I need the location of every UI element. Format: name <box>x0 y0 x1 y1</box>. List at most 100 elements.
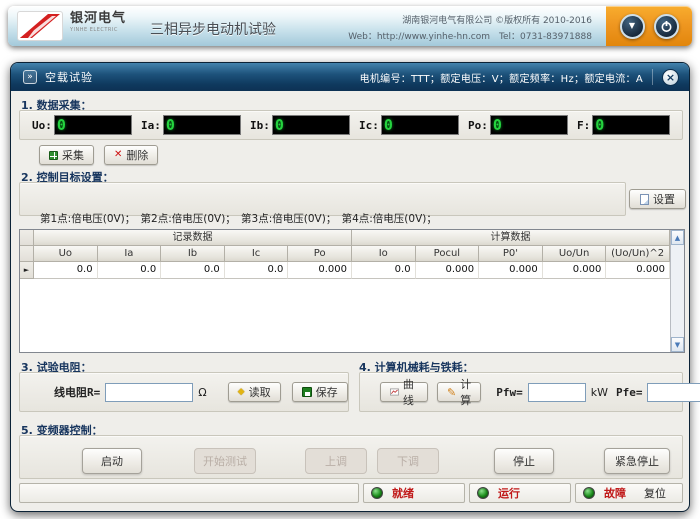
company-logo <box>17 11 63 41</box>
ready-label: 就绪 <box>392 485 414 501</box>
table-header-spacer <box>20 246 34 262</box>
col-header-pocul[interactable]: Pocul <box>416 246 480 262</box>
status-fault: 故障 复位 <box>575 483 683 503</box>
delete-button[interactable]: ✕ 删除 <box>104 145 158 165</box>
control-line-1: 第1点:倍电压(0V)； 第2点:倍电压(0V)； 第3点:倍电压(0V)； 第… <box>40 213 625 226</box>
display-f-screen: 0 <box>592 115 670 135</box>
display-ia-screen: 0 <box>163 115 241 135</box>
app-window: 银河电气 YINHE ELECTRIC 三相异步电动机试验 湖南银河电气有限公司… <box>0 0 700 519</box>
minimize-button[interactable]: ▼ <box>620 14 645 39</box>
table-header-row: Uo Ia Ib Ic Po Io Pocul P0' Uo/Un (Uo/Un… <box>20 246 670 262</box>
save-button[interactable]: 保存 <box>292 382 348 402</box>
brand-name-en: YINHE ELECTRIC <box>70 28 126 33</box>
adjust-down-button[interactable]: 下调 <box>377 448 439 474</box>
cell-ic: 0.0 <box>225 262 289 279</box>
table-grid: 记录数据 计算数据 Uo Ia Ib Ic Po Io Pocul P0' Uo… <box>20 230 670 279</box>
adjust-up-button[interactable]: 上调 <box>305 448 367 474</box>
resistance-field-label: 线电阻R= <box>54 384 100 400</box>
reset-button[interactable]: 复位 <box>644 485 666 501</box>
status-running: 运行 <box>469 483 571 503</box>
display-uo-screen: 0 <box>54 115 132 135</box>
display-ic-label: Ic: <box>359 119 379 132</box>
data-table: 记录数据 计算数据 Uo Ia Ib Ic Po Io Pocul P0' Uo… <box>19 229 685 353</box>
pfw-label: Pfw= <box>496 386 523 399</box>
resistance-box: 线电阻R= Ω ◆ 读取 保存 <box>19 372 349 412</box>
display-ia: Ia: 0 <box>133 115 242 135</box>
power-button[interactable] <box>654 14 679 39</box>
cell-uoun2: 0.000 <box>606 262 670 279</box>
read-icon: ◆ <box>238 388 245 397</box>
delete-button-label: 删除 <box>126 147 148 163</box>
col-header-p0[interactable]: P0' <box>479 246 543 262</box>
save-button-label: 保存 <box>316 384 338 400</box>
scroll-down-icon[interactable]: ▼ <box>671 337 684 352</box>
scroll-up-icon[interactable]: ▲ <box>671 230 684 245</box>
ready-led-icon <box>371 487 383 499</box>
curve-button-label: 曲线 <box>403 376 418 408</box>
row-selector-icon: ► <box>20 262 34 279</box>
calc-button[interactable]: ✎ 计算 <box>437 382 481 402</box>
save-icon <box>302 387 312 397</box>
display-po-screen: 0 <box>490 115 568 135</box>
display-po-value: 0 <box>493 118 502 133</box>
losses-box: 曲线 ✎ 计算 Pfw= kW Pfe= kW <box>359 372 683 412</box>
titlebar-divider <box>652 69 653 85</box>
curve-button[interactable]: 曲线 <box>380 382 428 402</box>
start-test-button[interactable]: 开始测试 <box>194 448 256 474</box>
company-info: 湖南银河电气有限公司 ©版权所有 2010-2016 Web：http://ww… <box>348 13 592 42</box>
settings-button-label: 设置 <box>653 191 675 207</box>
close-button[interactable]: × <box>662 69 679 86</box>
pfe-input[interactable] <box>647 383 700 402</box>
panel-chevron-icon: » <box>23 70 37 84</box>
table-row[interactable]: ► 0.0 0.0 0.0 0.0 0.000 0.0 0.000 0.000 … <box>20 262 670 279</box>
stop-button[interactable]: 停止 <box>494 448 554 474</box>
col-header-po[interactable]: Po <box>288 246 352 262</box>
table-corner-cell <box>20 230 34 246</box>
display-uo: Uo: 0 <box>24 115 133 135</box>
brand-text: 银河电气 YINHE ELECTRIC <box>70 12 126 33</box>
resistance-input[interactable] <box>105 383 193 402</box>
running-led-icon <box>477 487 489 499</box>
display-ic-value: 0 <box>384 118 393 133</box>
pfe-label: Pfe= <box>616 386 643 399</box>
running-label: 运行 <box>498 485 520 501</box>
start-button[interactable]: 启动 <box>82 448 142 474</box>
emergency-stop-button[interactable]: 紧急停止 <box>604 448 670 474</box>
table-group-row: 记录数据 计算数据 <box>20 230 670 246</box>
status-message-box <box>19 483 359 503</box>
table-scrollbar[interactable]: ▲ ▼ <box>670 230 684 352</box>
col-header-uo[interactable]: Uo <box>34 246 98 262</box>
cell-ib: 0.0 <box>161 262 225 279</box>
pfw-input[interactable] <box>528 383 586 402</box>
display-ib: Ib: 0 <box>242 115 351 135</box>
curve-chart-icon <box>390 387 399 397</box>
col-header-ia[interactable]: Ia <box>98 246 162 262</box>
collect-icon <box>49 151 58 160</box>
col-header-ic[interactable]: Ic <box>225 246 289 262</box>
col-header-ib[interactable]: Ib <box>161 246 225 262</box>
display-ia-label: Ia: <box>141 119 161 132</box>
calc-pencil-icon: ✎ <box>447 387 456 398</box>
cell-p0: 0.000 <box>479 262 543 279</box>
settings-button[interactable]: 设置 <box>629 189 686 209</box>
collect-button[interactable]: 采集 <box>39 145 94 165</box>
display-uo-label: Uo: <box>32 119 52 132</box>
col-header-uoun2[interactable]: (Uo/Un)^2 <box>606 246 670 262</box>
panel-title: 空载试验 <box>45 69 93 85</box>
read-button-label: 读取 <box>249 384 271 400</box>
close-icon: × <box>666 71 675 84</box>
fault-led-icon <box>583 487 595 499</box>
display-f-value: 0 <box>595 118 604 133</box>
read-button[interactable]: ◆ 读取 <box>228 382 281 402</box>
display-po-label: Po: <box>468 119 488 132</box>
cell-uoun: 0.000 <box>543 262 607 279</box>
status-ready: 就绪 <box>363 483 465 503</box>
col-header-uoun[interactable]: Uo/Un <box>543 246 607 262</box>
calc-button-label: 计算 <box>460 376 471 408</box>
display-ic-screen: 0 <box>381 115 459 135</box>
settings-page-icon <box>640 194 649 205</box>
inverter-box: 启动 开始测试 上调 下调 停止 紧急停止 <box>19 435 683 479</box>
pfw-unit: kW <box>591 386 608 399</box>
app-title: 三相异步电动机试验 <box>150 19 276 39</box>
col-header-io[interactable]: Io <box>352 246 416 262</box>
